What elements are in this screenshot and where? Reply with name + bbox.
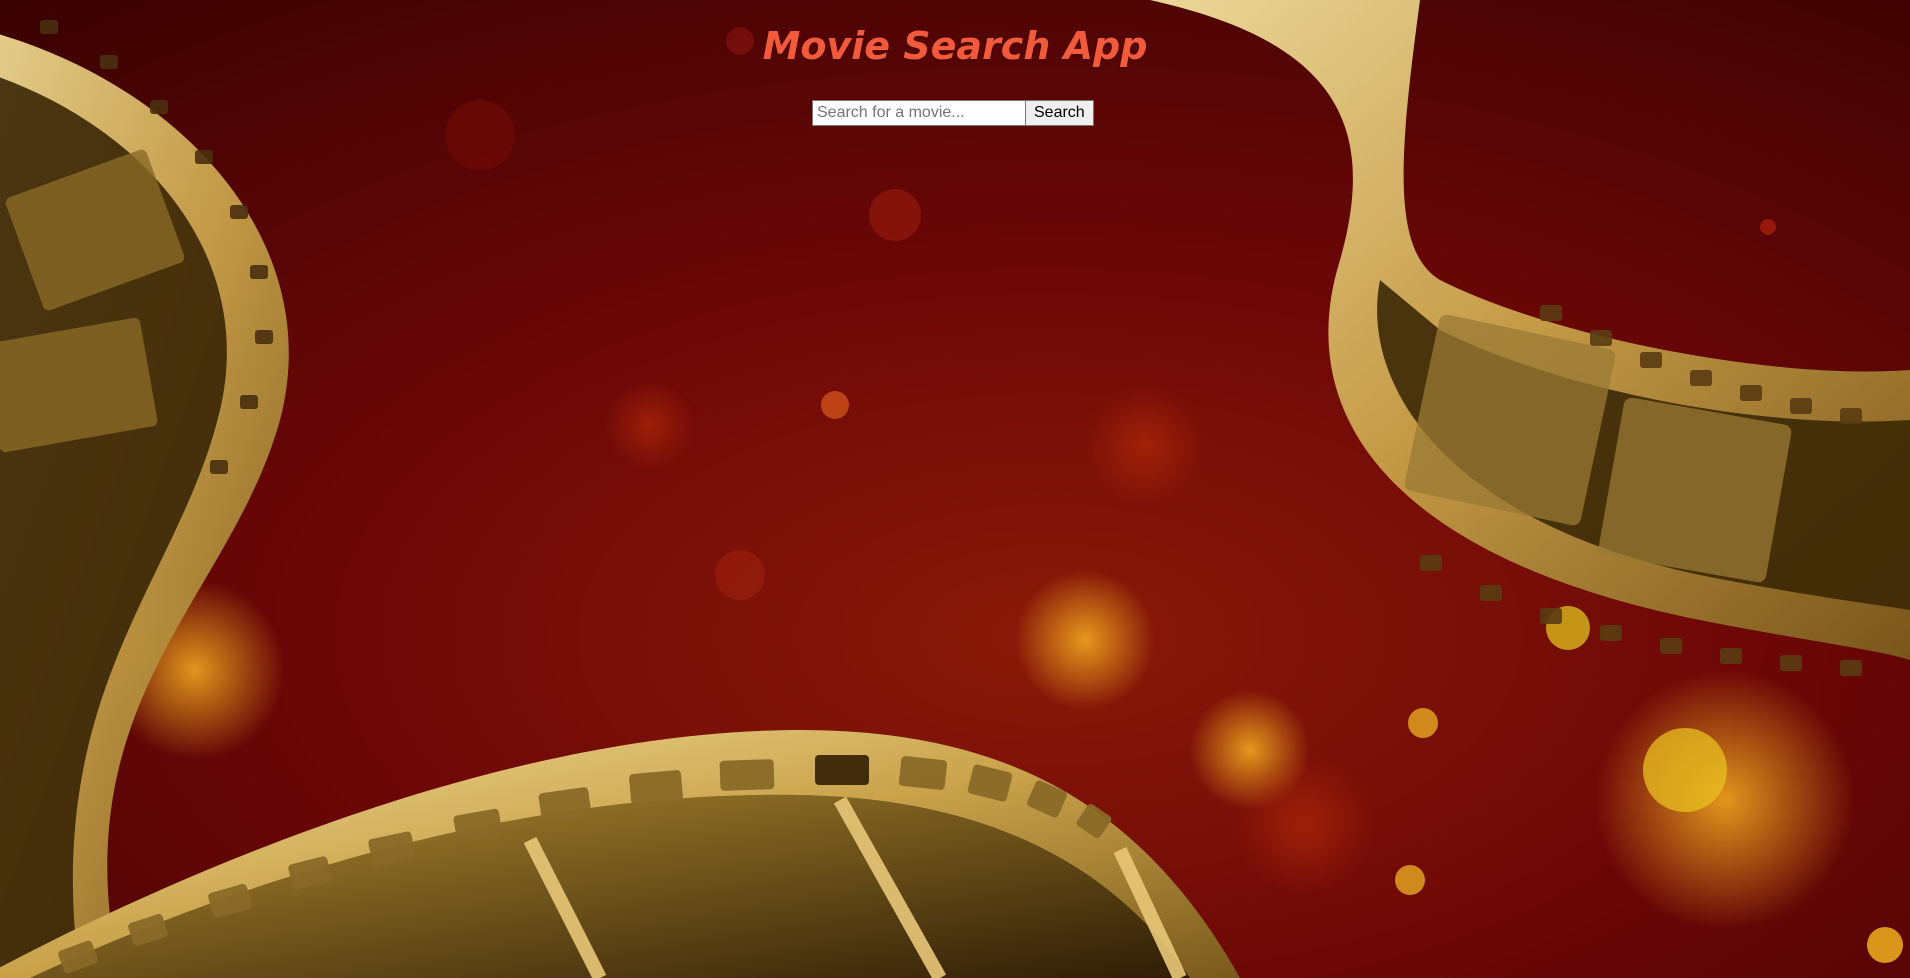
page-title: Movie Search App — [762, 24, 1148, 68]
search-input[interactable] — [812, 100, 1026, 126]
film-reel-background — [0, 0, 1910, 978]
search-button[interactable]: Search — [1026, 100, 1094, 126]
search-form: Search — [812, 100, 1094, 126]
app-header: Movie Search App — [0, 0, 1910, 68]
